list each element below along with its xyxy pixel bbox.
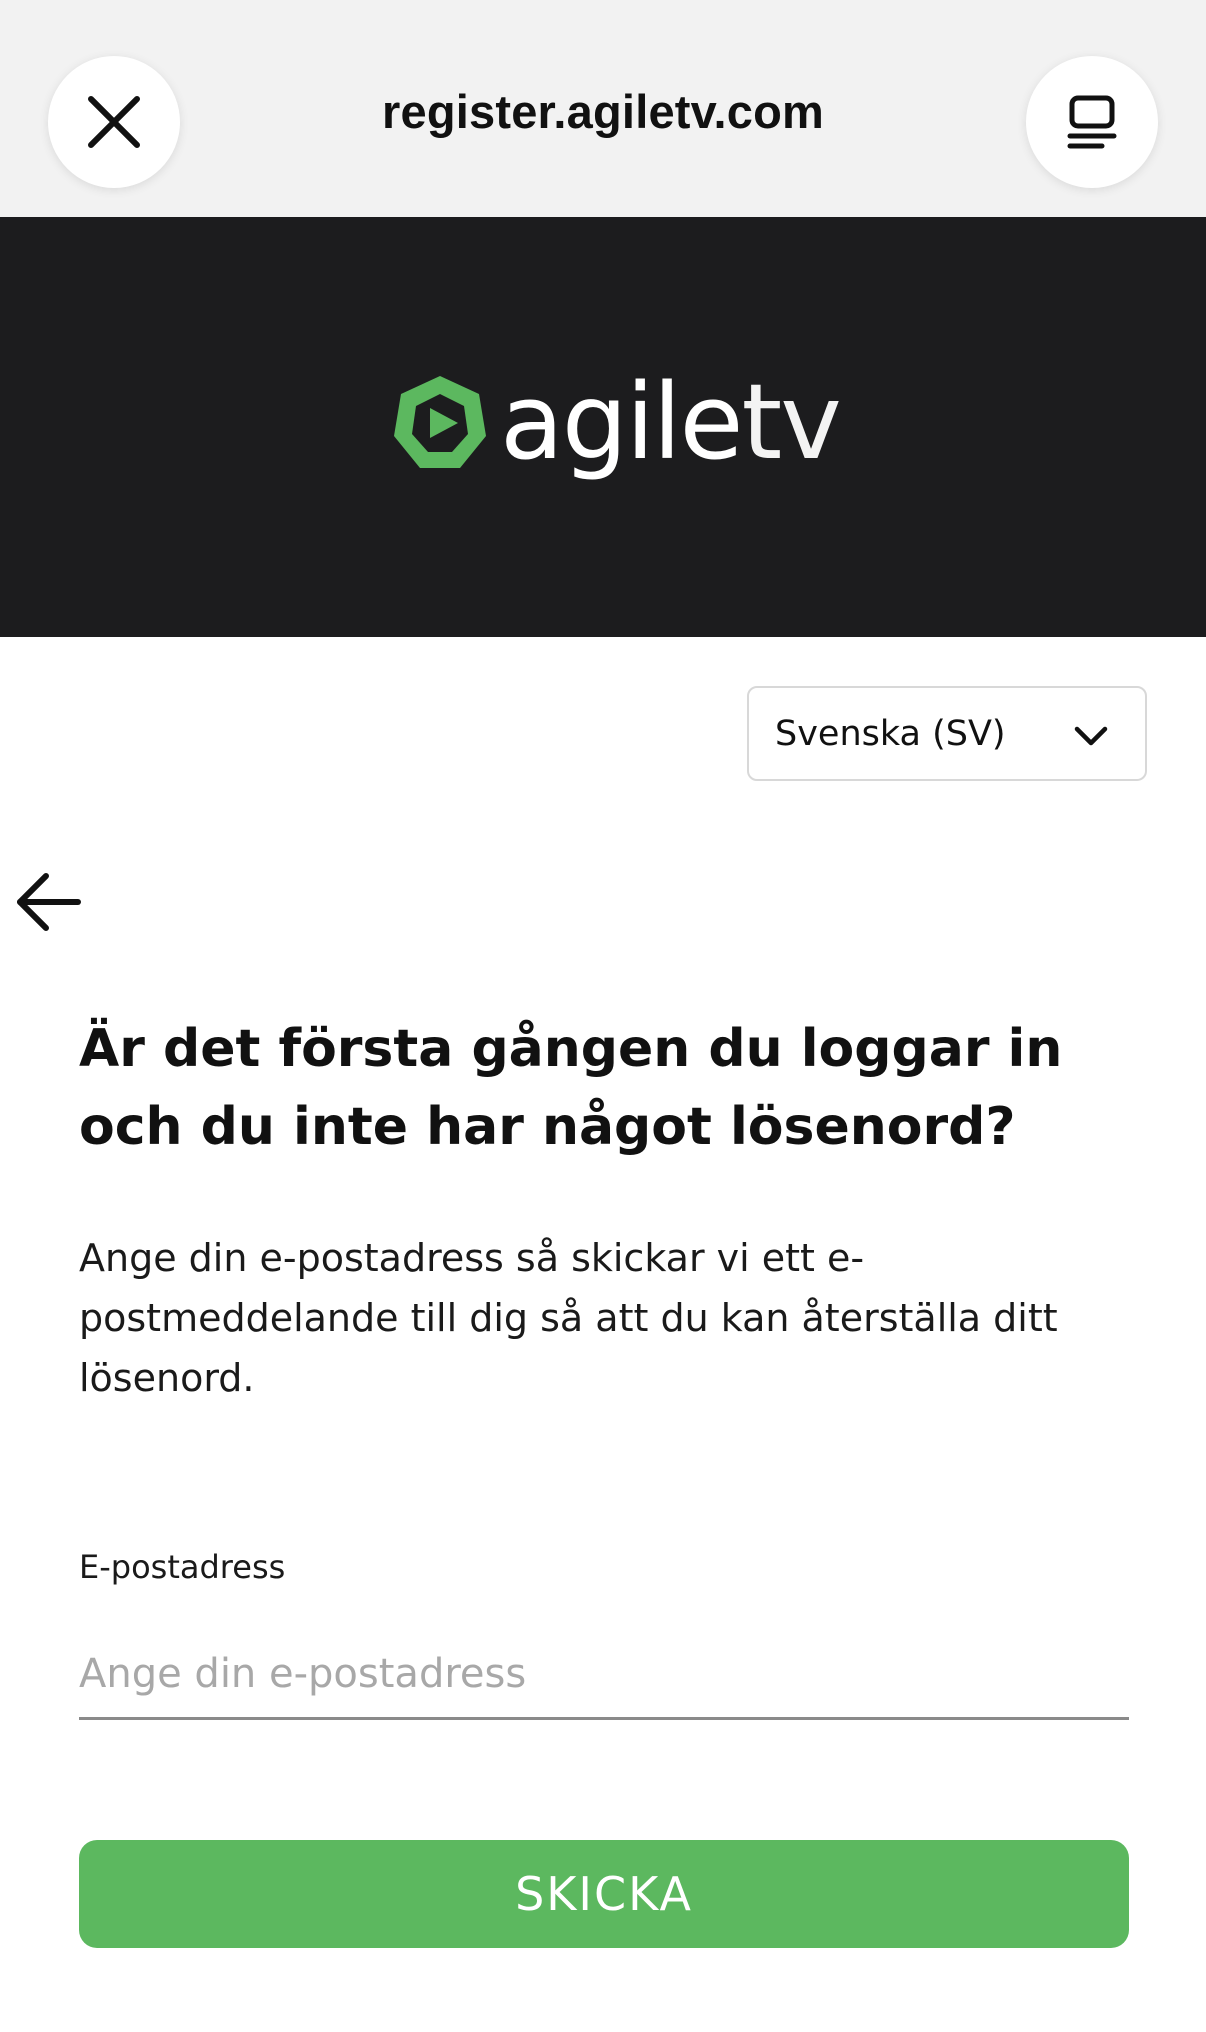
play-logo-icon — [394, 376, 486, 468]
email-field-label: E-postadress — [79, 1548, 286, 1586]
page-description: Ange din e-postadress så skickar vi ett … — [79, 1236, 1058, 1400]
back-button[interactable] — [12, 866, 84, 938]
browser-toolbar: register.agiletv.com — [0, 0, 1206, 217]
logo-wordmark-agile: agile — [500, 361, 744, 483]
reader-mode-button[interactable] — [1026, 56, 1158, 188]
reader-mode-icon — [1067, 95, 1117, 149]
close-icon — [88, 96, 140, 148]
language-selected-label: Svenska (SV) — [775, 713, 1006, 754]
agiletv-logo: agiletv — [390, 357, 842, 487]
close-button[interactable] — [48, 56, 180, 188]
arrow-left-icon — [17, 873, 81, 931]
language-select[interactable]: Svenska (SV) — [747, 686, 1147, 781]
page-title: Är det första gången du loggar in och du… — [79, 1019, 1063, 1157]
header-banner: agiletv — [0, 217, 1206, 637]
logo-wordmark-tv: tv — [741, 361, 842, 483]
chevron-down-icon — [1074, 726, 1108, 746]
logo-wordmark: agiletv — [500, 370, 842, 474]
email-field[interactable] — [79, 1630, 1129, 1720]
submit-button[interactable]: SKICKA — [79, 1840, 1129, 1948]
url-address[interactable]: register.agiletv.com — [200, 84, 1006, 139]
